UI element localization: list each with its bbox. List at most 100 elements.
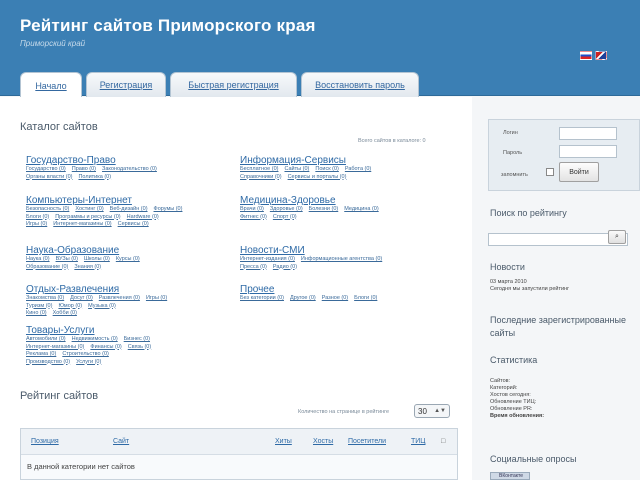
subcategory-link[interactable]: Политика (0) bbox=[78, 174, 111, 180]
tab-registration[interactable]: Регистрация bbox=[86, 72, 166, 97]
category-link[interactable]: Отдых-Развлечения bbox=[26, 284, 231, 295]
tab-restore-password[interactable]: Восстановить пароль bbox=[301, 72, 419, 97]
subcategory-link[interactable]: Сервисы (0) bbox=[118, 221, 149, 227]
subcategory-link[interactable]: Кино (0) bbox=[26, 310, 47, 316]
subcategory-link[interactable]: Блоги (0) bbox=[354, 295, 377, 301]
subcategory-link[interactable]: Государство (0) bbox=[26, 166, 66, 172]
subcategory-link[interactable]: Без категории (0) bbox=[240, 295, 284, 301]
subcategory-link[interactable]: Веб-дизайн (0) bbox=[110, 206, 148, 212]
subcategory-link[interactable]: Бесплатное (0) bbox=[240, 166, 278, 172]
subcategory-link[interactable]: Недвижимость (0) bbox=[72, 336, 118, 342]
category-link[interactable]: Товары-Услуги bbox=[26, 325, 231, 336]
subcategory-link[interactable]: Фитнес (0) bbox=[240, 214, 267, 220]
subcategory-link[interactable]: Здоровье (0) bbox=[270, 206, 303, 212]
subcategory-list: Бесплатное (0) Сайты (0) Поиск (0) Работа (… bbox=[240, 166, 445, 181]
search-button[interactable]: ⌕ bbox=[608, 230, 626, 244]
login-input[interactable] bbox=[559, 127, 617, 140]
subcategory-link[interactable]: Органы власти (0) bbox=[26, 174, 72, 180]
column-hosts[interactable]: Хосты bbox=[313, 438, 333, 445]
subcategory-link[interactable]: Работа (0) bbox=[345, 166, 371, 172]
subcategory-link[interactable]: Бизнес (0) bbox=[124, 336, 150, 342]
subcategory-link[interactable]: Интернет-магазины (0) bbox=[26, 344, 84, 350]
subcategory-link[interactable]: Разное (0) bbox=[322, 295, 348, 301]
site-title[interactable]: Рейтинг сайтов Приморского края bbox=[20, 16, 316, 36]
subcategory-link[interactable]: Образование (0) bbox=[26, 264, 68, 270]
category-link[interactable]: Наука-Образование bbox=[26, 245, 231, 256]
category-link[interactable]: Информация-Сервисы bbox=[240, 155, 445, 166]
subcategory-link[interactable]: Школы (0) bbox=[84, 256, 110, 262]
russian-flag-icon[interactable] bbox=[580, 51, 592, 60]
subcategory-link[interactable]: Болезни (0) bbox=[309, 206, 339, 212]
site-subtitle: Приморский край bbox=[20, 39, 86, 48]
subcategory-link[interactable]: Право (0) bbox=[72, 166, 96, 172]
subcategory-link[interactable]: Интернет-магазины (0) bbox=[53, 221, 111, 227]
per-page-select[interactable]: 30 ▲▼ bbox=[414, 404, 450, 418]
subcategory-link[interactable]: Радио (0) bbox=[273, 264, 297, 270]
column-pr: □ bbox=[441, 438, 446, 445]
subcategory-link[interactable]: Другое (0) bbox=[290, 295, 316, 301]
subcategory-link[interactable]: Программы и ресурсы (0) bbox=[55, 214, 120, 220]
social-share-button[interactable]: ВКонтакте bbox=[490, 472, 530, 480]
column-position[interactable]: Позиция bbox=[31, 438, 59, 445]
subcategory-link[interactable]: Производство (0) bbox=[26, 359, 70, 365]
column-hits[interactable]: Хиты bbox=[275, 438, 292, 445]
news-text[interactable]: Сегодня мы запустили рейтинг bbox=[490, 286, 569, 293]
column-tic[interactable]: ТИЦ bbox=[411, 438, 426, 445]
subcategory-link[interactable]: Информационные агентства (0) bbox=[301, 256, 382, 262]
search-icon: ⌕ bbox=[615, 233, 619, 240]
login-button[interactable]: Войти bbox=[559, 162, 599, 182]
subcategory-link[interactable]: Наука (0) bbox=[26, 256, 50, 262]
english-flag-icon[interactable] bbox=[595, 51, 607, 60]
subcategory-link[interactable]: Hardware (0) bbox=[127, 214, 159, 220]
subcategory-link[interactable]: Безопасность (0) bbox=[26, 206, 69, 212]
subcategory-link[interactable]: Поиск (0) bbox=[315, 166, 339, 172]
subcategory-link[interactable]: Досуг (0) bbox=[70, 295, 93, 301]
tab-home[interactable]: Начало bbox=[20, 72, 82, 98]
category-other: Прочее Без категории (0) Другое (0) Разное… bbox=[240, 284, 445, 303]
subcategory-link[interactable]: ВУЗы (0) bbox=[56, 256, 78, 262]
subcategory-link[interactable]: Спорт (0) bbox=[273, 214, 297, 220]
subcategory-link[interactable]: Строительство (0) bbox=[62, 351, 109, 357]
column-site[interactable]: Сайт bbox=[113, 438, 129, 445]
subcategory-link[interactable]: Форумы (0) bbox=[154, 206, 183, 212]
subcategory-link[interactable]: Врачи (0) bbox=[240, 206, 264, 212]
category-link[interactable]: Государство-Право bbox=[26, 155, 231, 166]
subcategory-link[interactable]: Связь (0) bbox=[128, 344, 151, 350]
subcategory-link[interactable]: Услуги (0) bbox=[76, 359, 101, 365]
category-link[interactable]: Компьютеры-Интернет bbox=[26, 195, 231, 206]
subcategory-link[interactable]: Реклама (0) bbox=[26, 351, 56, 357]
subcategory-link[interactable]: Интернет-издания (0) bbox=[240, 256, 295, 262]
search-input[interactable] bbox=[488, 233, 628, 246]
subcategory-link[interactable]: Законодательство (0) bbox=[102, 166, 157, 172]
category-link[interactable]: Медицина-Здоровье bbox=[240, 195, 445, 206]
subcategory-link[interactable]: Игры (0) bbox=[146, 295, 167, 301]
subcategory-link[interactable]: Справочники (0) bbox=[240, 174, 282, 180]
news-title[interactable]: Новости bbox=[490, 262, 525, 272]
subcategory-link[interactable]: Блоги (0) bbox=[26, 214, 49, 220]
subcategory-link[interactable]: Медицина (0) bbox=[344, 206, 378, 212]
subcategory-link[interactable]: Хобби (0) bbox=[53, 310, 77, 316]
subcategory-link[interactable]: Сервисы и порталы (0) bbox=[288, 174, 347, 180]
subcategory-link[interactable]: Знакомства (0) bbox=[26, 295, 64, 301]
tab-quick-registration[interactable]: Быстрая регистрация bbox=[170, 72, 297, 97]
subcategory-link[interactable]: Финансы (0) bbox=[90, 344, 121, 350]
subcategory-link[interactable]: Туризм (0) bbox=[26, 303, 52, 309]
category-link[interactable]: Новости-СМИ bbox=[240, 245, 445, 256]
main-content: Каталог сайтов Всего сайтов в каталоге: … bbox=[0, 97, 472, 480]
column-visitors[interactable]: Посетители bbox=[348, 438, 386, 445]
subcategory-link[interactable]: Курсы (0) bbox=[116, 256, 140, 262]
category-info-services: Информация-Сервисы Бесплатное (0) Сайты (… bbox=[240, 155, 445, 181]
subcategory-link[interactable]: Сайты (0) bbox=[284, 166, 309, 172]
subcategory-link[interactable]: Хостинг (0) bbox=[75, 206, 103, 212]
category-link[interactable]: Прочее bbox=[240, 284, 445, 295]
subcategory-link[interactable]: Музыка (0) bbox=[88, 303, 116, 309]
subcategory-link[interactable]: Развлечения (0) bbox=[99, 295, 140, 301]
password-input[interactable] bbox=[559, 145, 617, 158]
subcategory-link[interactable]: Игры (0) bbox=[26, 221, 47, 227]
subcategory-link[interactable]: Знания (0) bbox=[74, 264, 101, 270]
subcategory-link[interactable]: Пресса (0) bbox=[240, 264, 267, 270]
remember-checkbox[interactable] bbox=[546, 168, 554, 176]
subcategory-link[interactable]: Юмор (0) bbox=[58, 303, 82, 309]
catalog-count: Всего сайтов в каталоге: 0 bbox=[358, 138, 426, 144]
subcategory-link[interactable]: Автомобили (0) bbox=[26, 336, 66, 342]
